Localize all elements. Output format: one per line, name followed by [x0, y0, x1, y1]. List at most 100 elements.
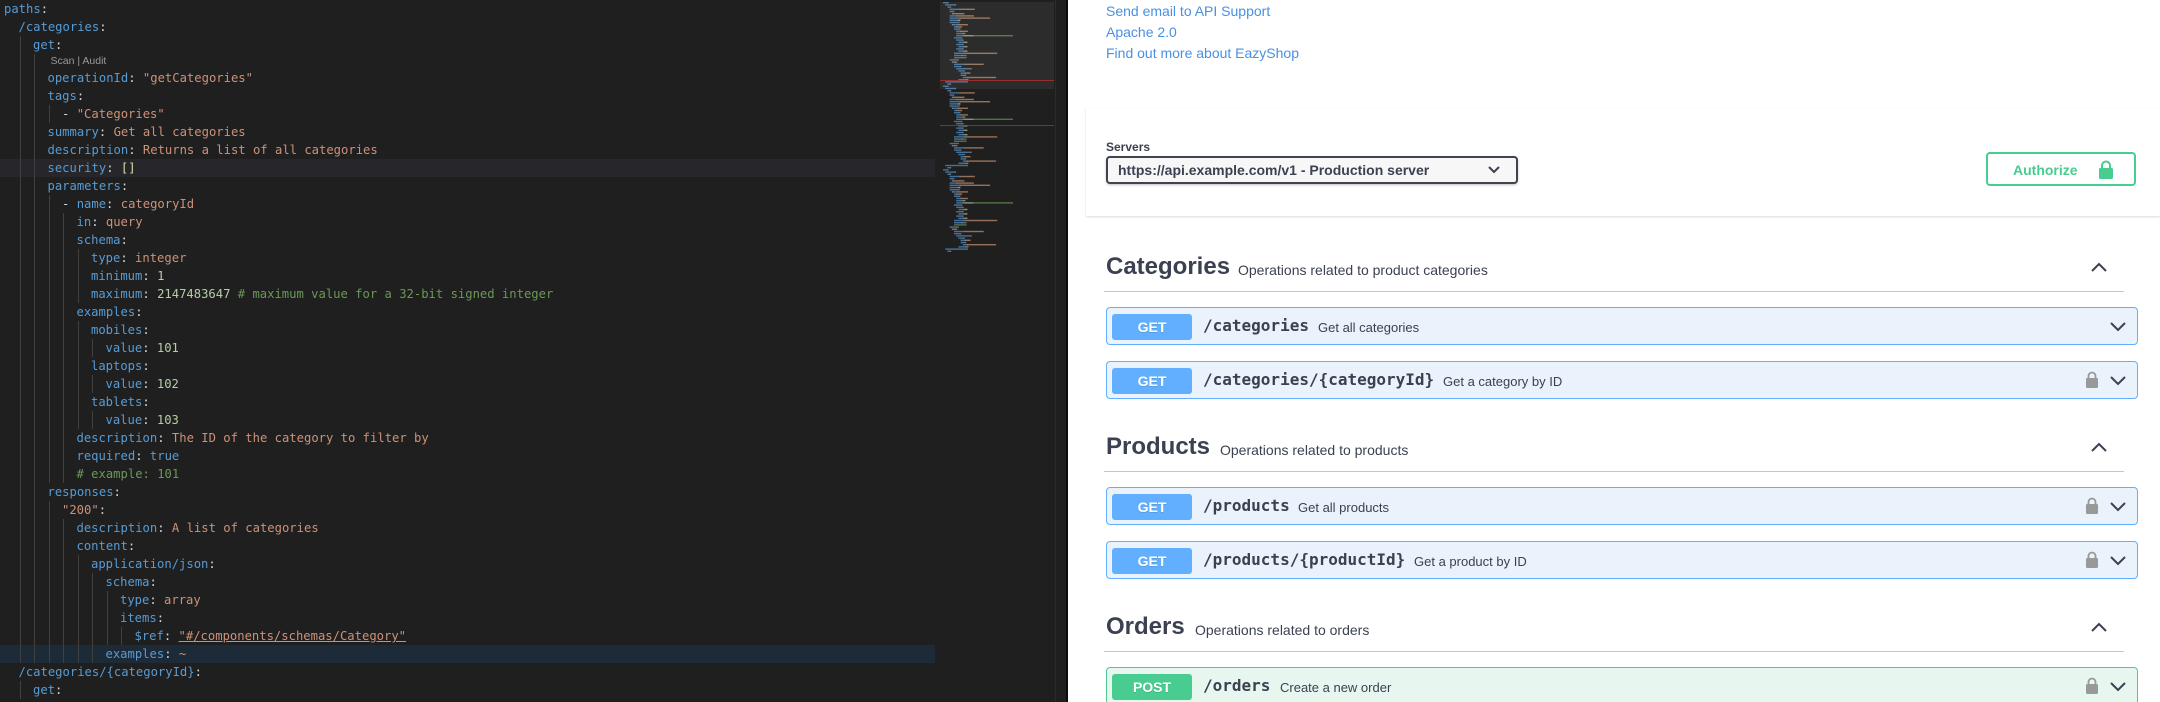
code-token: mobiles — [91, 323, 143, 337]
code-token: tags — [47, 89, 77, 103]
external-docs-link[interactable]: Find out more about EazyShop — [1106, 45, 1299, 61]
license-link[interactable]: Apache 2.0 — [1106, 24, 1177, 40]
chevron-up-icon[interactable] — [2090, 621, 2108, 633]
code-line[interactable]: application/json: — [0, 555, 935, 573]
code-line[interactable]: required: true — [0, 447, 935, 465]
lock-icon[interactable] — [2085, 677, 2099, 695]
operation-post-orders[interactable]: POST /orders Create a new order — [1106, 667, 2138, 702]
code-line[interactable]: type: array — [0, 591, 935, 609]
servers-select[interactable]: https://api.example.com/v1 - Production … — [1106, 156, 1518, 184]
code-line[interactable]: value: 101 — [0, 339, 935, 357]
operation-get-category-by-id[interactable]: GET /categories/{categoryId} Get a categ… — [1106, 361, 2138, 399]
code-line[interactable]: summary: Get all categories — [0, 123, 935, 141]
code-line[interactable]: laptops: — [0, 357, 935, 375]
code-token: : — [142, 395, 150, 409]
operation-get-products[interactable]: GET /products Get all products — [1106, 487, 2138, 525]
code-line[interactable]: maximum: 2147483647 # maximum value for … — [0, 285, 935, 303]
code-line[interactable]: parameters: — [0, 177, 935, 195]
code-line[interactable]: items: — [0, 609, 935, 627]
contact-email-link[interactable]: Send email to API Support — [1106, 3, 1270, 19]
chevron-down-icon[interactable] — [2109, 374, 2127, 386]
code-line[interactable]: in: query — [0, 213, 935, 231]
operation-get-product-by-id[interactable]: GET /products/{productId} Get a product … — [1106, 541, 2138, 579]
code-token: : — [120, 251, 136, 265]
chevron-down-icon[interactable] — [2109, 680, 2127, 692]
code-token: in — [76, 215, 92, 229]
code-line[interactable]: # example: 101 — [0, 465, 935, 483]
chevron-down-icon[interactable] — [2109, 554, 2127, 566]
code-line[interactable]: mobiles: — [0, 321, 935, 339]
code-line[interactable]: value: 103 — [0, 411, 935, 429]
code-line[interactable]: /categories/{categoryId}: — [0, 663, 935, 681]
tag-section-products[interactable]: Products Operations related to products — [1104, 433, 2124, 472]
code-line[interactable]: type: integer — [0, 249, 935, 267]
code-line[interactable]: tags: — [0, 87, 935, 105]
authorize-button[interactable]: Authorize — [1986, 152, 2136, 186]
code-line[interactable]: get: — [0, 36, 935, 54]
operation-summary: Get all products — [1298, 500, 1390, 515]
method-badge: GET — [1112, 494, 1192, 520]
tag-section-orders[interactable]: Orders Operations related to orders — [1104, 613, 2124, 652]
code-token: : — [157, 431, 172, 445]
code-token: : — [91, 215, 106, 229]
code-line[interactable]: - "Categories" — [0, 105, 935, 123]
code-token: : — [135, 305, 143, 319]
lock-icon[interactable] — [2085, 497, 2099, 515]
code-token: type — [120, 593, 150, 607]
code-token: security — [47, 161, 107, 175]
code-line[interactable]: content: — [0, 537, 935, 555]
code-token: : — [98, 125, 114, 139]
lock-icon[interactable] — [2085, 371, 2099, 389]
code-line[interactable]: tablets: — [0, 393, 935, 411]
code-token: description — [47, 143, 129, 157]
operation-path: /products — [1203, 496, 1290, 515]
minimap[interactable] — [940, 0, 1054, 702]
code-token: items — [120, 611, 157, 625]
code-token: operationId — [47, 71, 129, 85]
code-token: : — [99, 20, 107, 34]
code-token: 2147483647 — [157, 287, 231, 301]
editor-scrollbar[interactable] — [1055, 0, 1066, 702]
codelens-label[interactable]: Scan | Audit — [51, 54, 107, 69]
code-line[interactable]: description: A list of categories — [0, 519, 935, 537]
code-line[interactable]: - name: categoryId — [0, 195, 935, 213]
code-line[interactable]: description: Returns a list of all categ… — [0, 141, 935, 159]
tag-title: Orders — [1106, 613, 1185, 640]
code-line[interactable]: schema: — [0, 231, 935, 249]
code-line[interactable]: description: The ID of the category to f… — [0, 429, 935, 447]
code-line[interactable]: get: — [0, 681, 935, 699]
code-line[interactable]: minimum: 1 — [0, 267, 935, 285]
code-line[interactable]: examples: — [0, 303, 935, 321]
code-line[interactable]: value: 102 — [0, 375, 935, 393]
code-token: type — [91, 251, 121, 265]
code-token: maximum — [91, 287, 143, 301]
lock-icon[interactable] — [2085, 551, 2099, 569]
tag-title: Products — [1106, 433, 1211, 460]
code-token: schema — [76, 233, 121, 247]
code-token: : — [40, 2, 49, 16]
codelens-actions[interactable]: Scan | Audit — [0, 54, 935, 69]
code-editor[interactable]: paths:/categories: get: Scan | Audit operat… — [0, 0, 1066, 702]
code-line[interactable]: $ref: "#/components/schemas/Category" — [0, 627, 935, 645]
operation-path: /categories — [1203, 316, 1309, 335]
chevron-up-icon[interactable] — [2090, 441, 2108, 453]
chevron-down-icon[interactable] — [2109, 320, 2127, 332]
code-line[interactable]: "200": — [0, 501, 935, 519]
chevron-down-icon[interactable] — [2109, 500, 2127, 512]
code-token: # example: 101 — [76, 467, 180, 481]
code-lines[interactable]: paths:/categories: get: Scan | Audit operat… — [0, 0, 935, 699]
operation-get-categories[interactable]: GET /categories Get all categories — [1106, 307, 2138, 345]
tag-section-categories[interactable]: Categories Operations related to product… — [1104, 253, 2124, 292]
code-line[interactable]: responses: — [0, 483, 935, 501]
code-line[interactable]: paths: — [0, 0, 935, 18]
chevron-up-icon[interactable] — [2090, 261, 2108, 273]
code-token: A list of categories — [171, 521, 319, 535]
code-line[interactable]: security: [] — [0, 159, 935, 177]
code-line[interactable]: /categories: — [0, 18, 935, 36]
code-token: content — [76, 539, 128, 553]
code-token: schema — [105, 575, 150, 589]
code-token: "#/components/schemas/Category" — [178, 629, 407, 643]
code-line[interactable]: examples: ~ — [0, 645, 935, 663]
code-line[interactable]: operationId: "getCategories" — [0, 69, 935, 87]
code-line[interactable]: schema: — [0, 573, 935, 591]
